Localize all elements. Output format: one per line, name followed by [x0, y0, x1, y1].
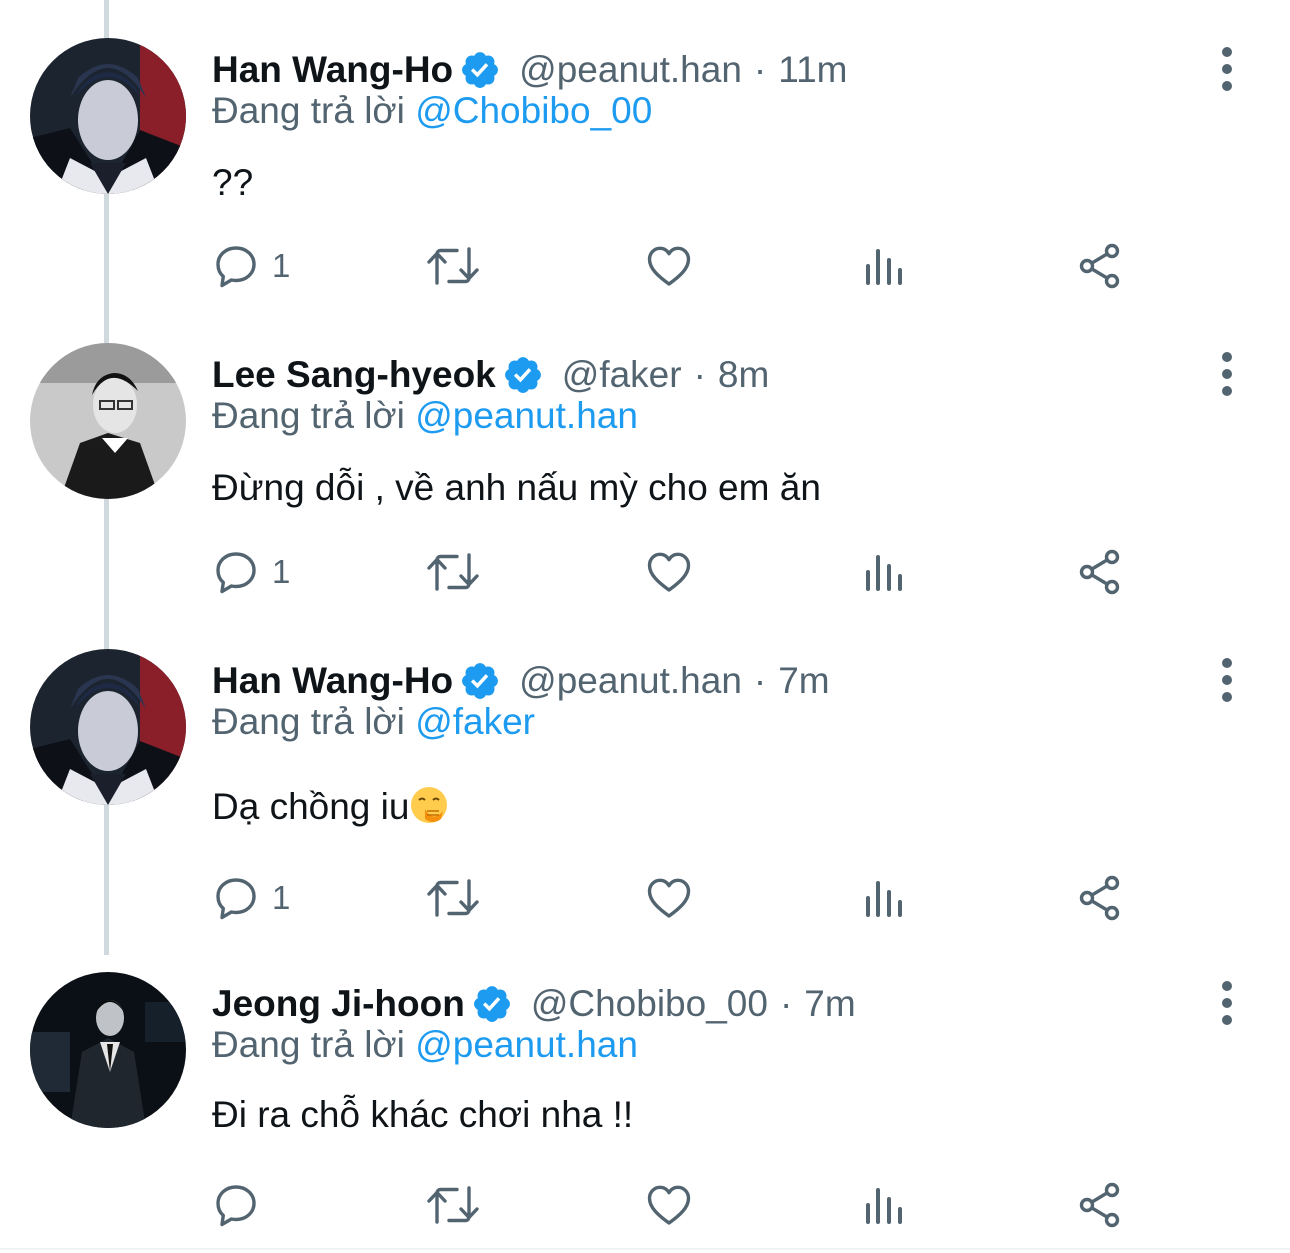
tweet-text: Đừng dỗi , về anh nấu mỳ cho em ăn	[212, 467, 821, 508]
retweet-icon	[423, 1181, 483, 1229]
reply-mention[interactable]: @peanut.han	[415, 1024, 638, 1065]
views-button[interactable]	[861, 868, 909, 928]
analytics-icon	[861, 548, 909, 596]
like-button[interactable]	[645, 236, 693, 296]
analytics-icon	[861, 874, 909, 922]
reply-prefix: Đang trả lời	[212, 701, 405, 742]
verified-badge-icon	[471, 983, 513, 1025]
display-name[interactable]: Han Wang-Ho	[212, 660, 453, 702]
tweet-text: Đi ra chỗ khác chơi nha !!	[212, 1094, 634, 1135]
reply-mention[interactable]: @faker	[415, 701, 535, 742]
hand-over-mouth-emoji-icon	[409, 785, 449, 825]
separator: ·	[693, 354, 706, 395]
handle[interactable]: @faker	[562, 354, 682, 396]
like-button[interactable]	[645, 542, 693, 602]
reply-button[interactable]: 1	[212, 542, 290, 602]
retweet-icon	[423, 242, 483, 290]
display-name[interactable]: Han Wang-Ho	[212, 49, 453, 91]
share-button[interactable]	[1076, 1175, 1124, 1235]
like-button[interactable]	[645, 1175, 693, 1235]
separator: ·	[779, 983, 793, 1024]
divider	[0, 1248, 1290, 1250]
share-icon	[1076, 874, 1124, 922]
reply-button[interactable]: 1	[212, 868, 290, 928]
action-bar	[0, 1175, 1290, 1235]
reply-icon	[212, 1181, 260, 1229]
reply-context: Đang trả lời @Chobibo_00	[212, 90, 652, 132]
analytics-icon	[861, 242, 909, 290]
avatar[interactable]	[30, 343, 186, 499]
tweet-text: ??	[212, 162, 254, 203]
share-button[interactable]	[1076, 542, 1124, 602]
reply-icon	[212, 874, 260, 922]
reply-context: Đang trả lời @peanut.han	[212, 1024, 638, 1066]
reply-context: Đang trả lời @faker	[212, 701, 535, 743]
reply-context: Đang trả lời @peanut.han	[212, 395, 638, 437]
separator: ·	[753, 660, 767, 701]
avatar[interactable]	[30, 38, 186, 194]
avatar[interactable]	[30, 649, 186, 805]
more-vertical-icon[interactable]	[1212, 351, 1242, 397]
timestamp[interactable]: 8m	[718, 354, 769, 396]
action-bar: 1	[0, 236, 1290, 296]
retweet-button[interactable]	[423, 868, 483, 928]
heart-icon	[645, 874, 693, 922]
share-icon	[1076, 242, 1124, 290]
more-vertical-icon[interactable]	[1212, 657, 1242, 703]
handle[interactable]: @peanut.han	[519, 660, 742, 702]
display-name[interactable]: Lee Sang-hyeok	[212, 354, 496, 396]
reply-count: 1	[272, 553, 291, 590]
reply-count: 1	[272, 247, 291, 284]
handle[interactable]: @peanut.han	[519, 49, 742, 91]
retweet-button[interactable]	[423, 236, 483, 296]
more-vertical-icon[interactable]	[1212, 980, 1242, 1026]
reply-prefix: Đang trả lời	[212, 90, 405, 131]
retweet-button[interactable]	[423, 542, 483, 602]
reply-icon	[212, 548, 260, 596]
reply-icon	[212, 242, 260, 290]
retweet-icon	[423, 548, 483, 596]
heart-icon	[645, 548, 693, 596]
display-name[interactable]: Jeong Ji-hoon	[212, 983, 465, 1025]
tweet-text: Dạ chồng iu	[212, 785, 449, 828]
action-bar: 1	[0, 542, 1290, 602]
retweet-button[interactable]	[423, 1175, 483, 1235]
reply-mention[interactable]: @Chobibo_00	[415, 90, 652, 131]
verified-badge-icon	[502, 354, 544, 396]
action-bar: 1	[0, 868, 1290, 928]
views-button[interactable]	[861, 236, 909, 296]
reply-prefix: Đang trả lời	[212, 395, 405, 436]
heart-icon	[645, 242, 693, 290]
share-button[interactable]	[1076, 236, 1124, 296]
share-button[interactable]	[1076, 868, 1124, 928]
verified-badge-icon	[459, 660, 501, 702]
like-button[interactable]	[645, 868, 693, 928]
handle[interactable]: @Chobibo_00	[531, 983, 768, 1025]
reply-button[interactable]	[212, 1175, 272, 1235]
views-button[interactable]	[861, 542, 909, 602]
reply-mention[interactable]: @peanut.han	[415, 395, 638, 436]
analytics-icon	[861, 1181, 909, 1229]
timestamp[interactable]: 11m	[778, 49, 847, 91]
more-vertical-icon[interactable]	[1212, 46, 1242, 92]
views-button[interactable]	[861, 1175, 909, 1235]
share-icon	[1076, 548, 1124, 596]
avatar[interactable]	[30, 972, 186, 1128]
tweet-text-content: Dạ chồng iu	[212, 786, 410, 827]
reply-button[interactable]: 1	[212, 236, 290, 296]
retweet-icon	[423, 874, 483, 922]
heart-icon	[645, 1181, 693, 1229]
share-icon	[1076, 1181, 1124, 1229]
timestamp[interactable]: 7m	[804, 983, 855, 1025]
reply-count: 1	[272, 879, 291, 916]
timestamp[interactable]: 7m	[778, 660, 829, 702]
separator: ·	[753, 49, 767, 90]
verified-badge-icon	[459, 49, 501, 91]
reply-prefix: Đang trả lời	[212, 1024, 405, 1065]
